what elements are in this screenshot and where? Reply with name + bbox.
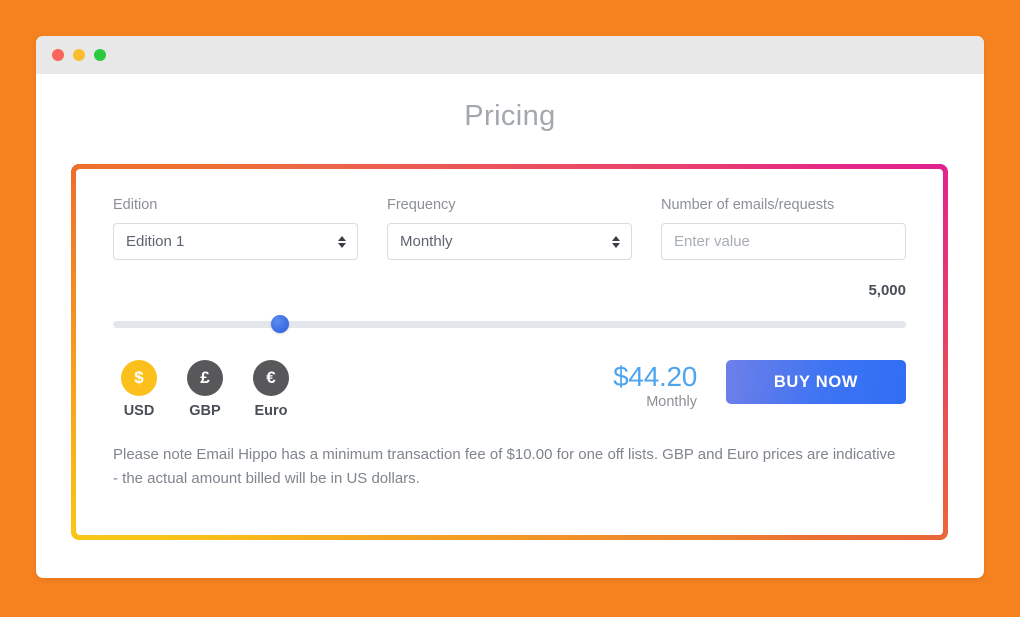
pound-icon: £ <box>187 360 223 396</box>
quantity-slider[interactable] <box>113 315 906 333</box>
frequency-select-value: Monthly <box>400 233 453 250</box>
browser-window: Pricing Edition Edition 1 Frequency Mont… <box>36 36 984 578</box>
currency-label-gbp: GBP <box>189 403 221 419</box>
currency-label-usd: USD <box>123 403 155 419</box>
currency-option-usd[interactable]: $ USD <box>113 360 165 419</box>
price-block: $44.20 Monthly <box>613 360 697 411</box>
field-quantity: Number of emails/requests Enter value <box>661 197 906 260</box>
slider-track[interactable] <box>113 321 906 328</box>
currency-option-eur[interactable]: € Euro <box>245 360 297 419</box>
pricing-card-border: Edition Edition 1 Frequency Monthly Numb… <box>71 164 948 540</box>
pricing-card: Edition Edition 1 Frequency Monthly Numb… <box>76 169 943 535</box>
field-frequency: Frequency Monthly <box>387 197 632 260</box>
window-maximize-button[interactable] <box>94 49 106 61</box>
quantity-input-placeholder: Enter value <box>674 233 750 250</box>
payment-row: $ USD £ GBP € Euro $44.20 Monthly BUY NO… <box>113 360 906 419</box>
chevron-updown-icon <box>338 235 346 248</box>
slider-thumb[interactable] <box>270 315 289 333</box>
pricing-form-row: Edition Edition 1 Frequency Monthly Numb… <box>113 197 906 260</box>
price-period: Monthly <box>646 394 697 411</box>
currency-option-gbp[interactable]: £ GBP <box>179 360 231 419</box>
edition-select[interactable]: Edition 1 <box>113 223 358 260</box>
edition-select-value: Edition 1 <box>126 233 185 250</box>
slider-value-label: 5,000 <box>868 282 906 299</box>
field-edition: Edition Edition 1 <box>113 197 358 260</box>
quantity-label: Number of emails/requests <box>661 197 835 213</box>
chevron-updown-icon <box>612 235 620 248</box>
window-close-button[interactable] <box>52 49 64 61</box>
frequency-select[interactable]: Monthly <box>387 223 632 260</box>
edition-label: Edition <box>113 197 158 213</box>
dollar-icon: $ <box>121 360 157 396</box>
euro-icon: € <box>253 360 289 396</box>
price-amount: $44.20 <box>613 361 697 392</box>
currency-label-eur: Euro <box>254 403 288 419</box>
frequency-label: Frequency <box>387 197 456 213</box>
transaction-fee-note: Please note Email Hippo has a minimum tr… <box>113 446 896 487</box>
window-titlebar <box>36 36 984 74</box>
currency-selector: $ USD £ GBP € Euro <box>113 360 297 419</box>
window-minimize-button[interactable] <box>73 49 85 61</box>
quantity-input[interactable]: Enter value <box>661 223 906 260</box>
buy-now-button[interactable]: BUY NOW <box>726 360 906 404</box>
page-title: Pricing <box>464 100 556 132</box>
